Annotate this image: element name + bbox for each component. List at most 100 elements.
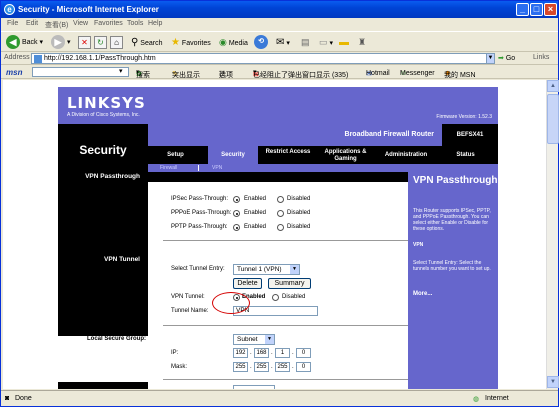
print-button[interactable]: ▤ [301, 35, 310, 50]
page-done-icon: ◙ [5, 395, 10, 402]
stop-button[interactable]: ✕ [78, 35, 91, 50]
msn-search-dropdown[interactable]: ▾ [119, 67, 123, 75]
go-button[interactable]: ➡ Go [498, 54, 515, 62]
menu-view[interactable]: View [73, 20, 88, 27]
product-name: Broadband Firewall Router [344, 131, 434, 138]
vertical-scrollbar[interactable]: ▲ ▼ [546, 80, 559, 389]
pppoe-disabled-radio[interactable] [277, 210, 284, 217]
summary-button[interactable]: Summary [268, 278, 311, 289]
subtab-firewall[interactable]: Firewall [160, 165, 177, 171]
tab-administration[interactable]: Administration [376, 146, 436, 164]
subtab-vpn[interactable]: VPN [212, 165, 222, 171]
media-icon: ◉ [219, 37, 227, 47]
history-button[interactable]: ⟲ [254, 35, 268, 50]
refresh-button[interactable]: ↻ [94, 35, 107, 50]
local-group-type-select[interactable]: Subnet ▼ [233, 334, 275, 345]
tunnel-entry-select[interactable]: Tunnel 1 (VPN) ▼ [233, 264, 300, 275]
mask-octet-4[interactable]: 0 [296, 362, 311, 372]
msn-logo[interactable]: msn [6, 68, 22, 77]
msn-search-button[interactable]: ✿ 搜索 ▾ [136, 68, 150, 79]
vpn-tunnel-disabled-label: Disabled [282, 294, 306, 300]
pppoe-enabled-radio[interactable] [233, 210, 240, 217]
tab-status[interactable]: Status [438, 146, 493, 164]
ip-octet-3[interactable]: 1 [275, 348, 290, 358]
help-text-2: Select Tunnel Entry: Select the tunnels … [413, 260, 491, 272]
links-button[interactable]: Links [533, 54, 549, 61]
remote-group-select[interactable] [233, 385, 275, 389]
section-title: Security [58, 124, 148, 172]
ip-octet-2[interactable]: 168 [254, 348, 269, 358]
folder-icon: ▬ [339, 37, 349, 48]
media-button[interactable]: ◉ Media [219, 35, 248, 50]
ip-octet-4[interactable]: 0 [296, 348, 311, 358]
pppoe-enabled-label: Enabled [244, 210, 267, 216]
messenger-button[interactable]: ♜ [358, 35, 366, 50]
address-dropdown[interactable]: ▼ [486, 53, 495, 64]
search-button[interactable]: ⚲ Search [131, 35, 162, 50]
forward-button[interactable]: ▶ ▾ [51, 35, 70, 50]
forward-arrow-icon: ▶ [51, 35, 65, 50]
edit-button[interactable]: ▭ ▾ [319, 35, 333, 50]
go-arrow-icon: ➡ [498, 55, 504, 62]
mask-octet-3[interactable]: 255 [275, 362, 290, 372]
mail-button[interactable]: ✉ ▾ [276, 35, 290, 50]
menu-help[interactable]: Help [148, 20, 162, 27]
stop-icon: ✕ [78, 35, 91, 49]
refresh-icon: ↻ [94, 35, 107, 49]
status-text: Done [15, 395, 32, 402]
folder-button[interactable]: ▬ [339, 35, 349, 50]
page-icon [34, 55, 42, 63]
ie-icon: e [4, 4, 15, 15]
section-divider [163, 325, 408, 326]
menu-tools[interactable]: Tools [127, 20, 143, 27]
ipsec-disabled-radio[interactable] [277, 196, 284, 203]
tab-restrict-access[interactable]: Restrict Access [263, 146, 313, 164]
page-content: LINKSYS A Division of Cisco Systems, Inc… [3, 80, 546, 389]
back-button[interactable]: ◀ Back ▾ [6, 35, 43, 50]
browser-window: e Security - Microsoft Internet Explorer… [0, 0, 559, 407]
msn-popup-blocker[interactable]: ⊠ 已经阻止了弹出窗口显示 (335) ▾ [253, 68, 348, 79]
close-button[interactable]: × [544, 3, 557, 16]
help-more-link[interactable]: More... [413, 291, 496, 297]
linksys-tagline: A Division of Cisco Systems, Inc. [67, 112, 140, 118]
vpn-tunnel-disabled-radio[interactable] [272, 294, 279, 301]
scroll-up-arrow-icon[interactable]: ▲ [547, 80, 559, 92]
header-band [148, 172, 408, 182]
back-arrow-icon: ◀ [6, 35, 20, 50]
ipsec-disabled-label: Disabled [287, 196, 311, 202]
ipsec-enabled-radio[interactable] [233, 196, 240, 203]
history-icon: ⟲ [254, 35, 268, 50]
model-number: BEFSX41 [442, 124, 498, 146]
chevron-down-icon: ▼ [265, 335, 274, 344]
maximize-button[interactable]: □ [530, 3, 543, 16]
tab-applications-gaming[interactable]: Applications & Gaming [318, 146, 373, 164]
tab-setup[interactable]: Setup [148, 146, 203, 164]
title-bar[interactable]: e Security - Microsoft Internet Explorer… [1, 1, 558, 18]
address-input[interactable]: http://192.168.1.1/PassThrough.htm [31, 53, 494, 64]
firmware-version: Firmware Version: 1.52.3 [436, 114, 492, 120]
menu-favorites[interactable]: Favorites [94, 20, 123, 27]
sub-tabs: Firewall VPN [148, 164, 498, 172]
delete-button[interactable]: Delete [233, 278, 262, 289]
menu-edit[interactable]: Edit [26, 20, 38, 27]
msn-search-input[interactable] [32, 67, 129, 77]
menu-bar: File Edit 查看(B) View Favorites Tools Hel… [1, 18, 558, 31]
scroll-thumb[interactable] [547, 94, 559, 144]
help-panel: VPN Passthrough This Router supports IPS… [408, 172, 498, 389]
minimize-button[interactable]: _ [516, 3, 529, 16]
tunnel-entry-label: Select Tunnel Entry: [171, 266, 225, 272]
scroll-down-arrow-icon[interactable]: ▼ [547, 376, 559, 388]
tab-security[interactable]: Security [208, 146, 258, 164]
favorites-button[interactable]: ★ Favorites [171, 35, 211, 50]
mask-octet-1[interactable]: 255 [233, 362, 248, 372]
pptp-enabled-radio[interactable] [233, 224, 240, 231]
ip-octet-1[interactable]: 192 [233, 348, 248, 358]
search-icon: ⚲ [131, 37, 139, 48]
annotation-highlight-circle [212, 292, 250, 314]
menu-file[interactable]: File [7, 20, 18, 27]
menu-view-cn[interactable]: 查看(B) [45, 20, 68, 30]
home-button[interactable]: ⌂ [110, 35, 123, 50]
window-title: Security - Microsoft Internet Explorer [18, 5, 159, 14]
mask-octet-2[interactable]: 255 [254, 362, 269, 372]
pptp-disabled-radio[interactable] [277, 224, 284, 231]
